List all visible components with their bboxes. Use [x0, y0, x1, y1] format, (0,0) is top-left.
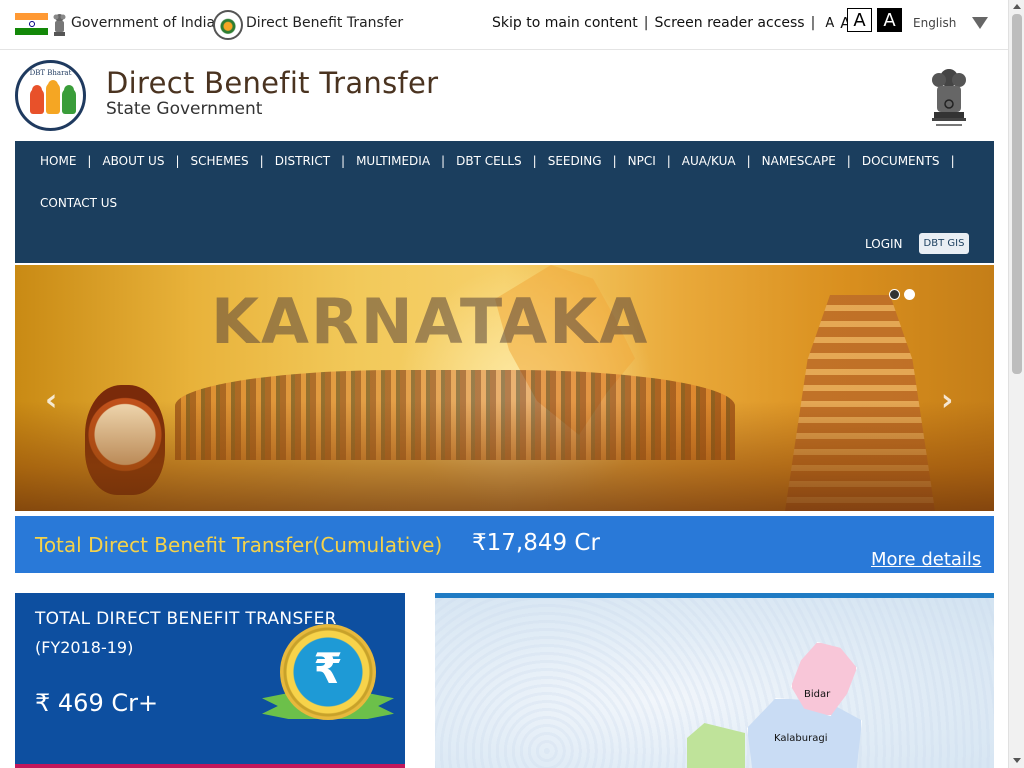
national-emblem-icon	[53, 14, 66, 36]
card-value: ₹ 469 Cr+	[35, 689, 159, 717]
nav-item-contact-us[interactable]: CONTACT US	[40, 196, 117, 210]
government-of-india-link[interactable]: Government of India	[71, 15, 215, 31]
nav-item-schemes[interactable]: SCHEMES	[191, 154, 249, 168]
nav-separator: |	[175, 154, 180, 168]
top-utility-bar: Government of India Direct Benefit Trans…	[0, 0, 1008, 50]
scroll-up-arrow-icon[interactable]	[1013, 4, 1021, 9]
contrast-light-button[interactable]: A	[847, 8, 872, 32]
card-fiscal-year: (FY2018-19)	[35, 638, 134, 657]
scroll-down-arrow-icon[interactable]	[1013, 758, 1021, 763]
cumulative-value: ₹17,849 Cr	[472, 530, 600, 556]
logo-text: DBT Bharat	[29, 69, 72, 77]
hero-carousel[interactable]: KARNATAKA ‹ ›	[15, 265, 994, 511]
dbt-small-logo-icon	[213, 10, 243, 40]
nav-item-namescape[interactable]: NAMESCAPE	[762, 154, 836, 168]
main-navigation: HOME | ABOUT US | SCHEMES | DISTRICT | MULTIMEDI…	[15, 141, 994, 263]
nav-item-dbt-cells[interactable]: DBT CELLS	[456, 154, 522, 168]
total-transfer-card: TOTAL DIRECT BENEFIT TRANSFER (FY2018-19…	[15, 593, 405, 768]
national-emblem-icon	[932, 69, 966, 126]
dbt-gis-button[interactable]: DBT GIS	[919, 233, 969, 254]
more-details-link[interactable]: More details	[871, 549, 981, 570]
scrollbar-thumb[interactable]	[1012, 14, 1022, 374]
nav-separator: |	[612, 154, 617, 168]
language-select[interactable]: English	[913, 16, 956, 30]
accessibility-links: Skip to main content | Screen reader acc…	[492, 12, 886, 34]
carousel-dot-1[interactable]	[889, 289, 900, 300]
nav-separator: |	[532, 154, 537, 168]
carousel-prev-arrow-icon[interactable]: ‹	[45, 383, 57, 418]
separator: |	[643, 15, 649, 31]
screen-reader-access-link[interactable]: Screen reader access	[654, 15, 804, 31]
dbt-bharat-logo[interactable]: DBT Bharat	[15, 60, 86, 131]
rupee-medal-icon: ₹	[280, 624, 376, 720]
cumulative-transfer-band: Total Direct Benefit Transfer(Cumulative…	[15, 516, 994, 573]
nav-item-home[interactable]: HOME	[40, 154, 76, 168]
carousel-dot-2[interactable]	[904, 289, 915, 300]
nav-separator: |	[441, 154, 446, 168]
page-scrollbar[interactable]	[1008, 0, 1024, 768]
cumulative-label: Total Direct Benefit Transfer(Cumulative…	[35, 533, 443, 557]
nav-separator: |	[666, 154, 671, 168]
nav-item-npci[interactable]: NPCI	[628, 154, 656, 168]
hero-title: KARNATAKA	[211, 285, 650, 358]
map-label-bidar: Bidar	[804, 689, 831, 700]
nav-separator: |	[746, 154, 751, 168]
site-title: Direct Benefit Transfer	[106, 66, 439, 100]
nav-separator: |	[846, 154, 851, 168]
india-flag-icon	[15, 13, 48, 35]
chevron-down-icon[interactable]	[972, 17, 988, 29]
login-link[interactable]: LOGIN	[865, 237, 903, 251]
nav-menu: HOME | ABOUT US | SCHEMES | DISTRICT | MULTIMEDI…	[40, 154, 966, 168]
skip-to-main-content-link[interactable]: Skip to main content	[492, 15, 638, 31]
nav-item-multimedia[interactable]: MULTIMEDIA	[356, 154, 430, 168]
nav-separator: |	[950, 154, 955, 168]
nav-item-about-us[interactable]: ABOUT US	[102, 154, 164, 168]
nav-separator: |	[259, 154, 264, 168]
nav-item-documents[interactable]: DOCUMENTS	[862, 154, 940, 168]
card-title: TOTAL DIRECT BENEFIT TRANSFER	[35, 609, 337, 629]
state-map-panel: Bidar Kalaburagi	[435, 593, 994, 768]
contrast-dark-button[interactable]: A	[877, 8, 902, 32]
site-subtitle: State Government	[106, 99, 263, 119]
nav-item-district[interactable]: DISTRICT	[275, 154, 330, 168]
font-size-small-button[interactable]: A	[825, 16, 834, 31]
nav-separator: |	[341, 154, 346, 168]
carousel-next-arrow-icon[interactable]: ›	[941, 383, 953, 418]
map-label-kalaburagi: Kalaburagi	[774, 733, 828, 744]
dbt-link[interactable]: Direct Benefit Transfer	[246, 15, 403, 31]
nav-item-aua-kua[interactable]: AUA/KUA	[682, 154, 736, 168]
separator: |	[810, 15, 816, 31]
nav-separator: |	[87, 154, 92, 168]
nav-item-seeding[interactable]: SEEDING	[548, 154, 602, 168]
